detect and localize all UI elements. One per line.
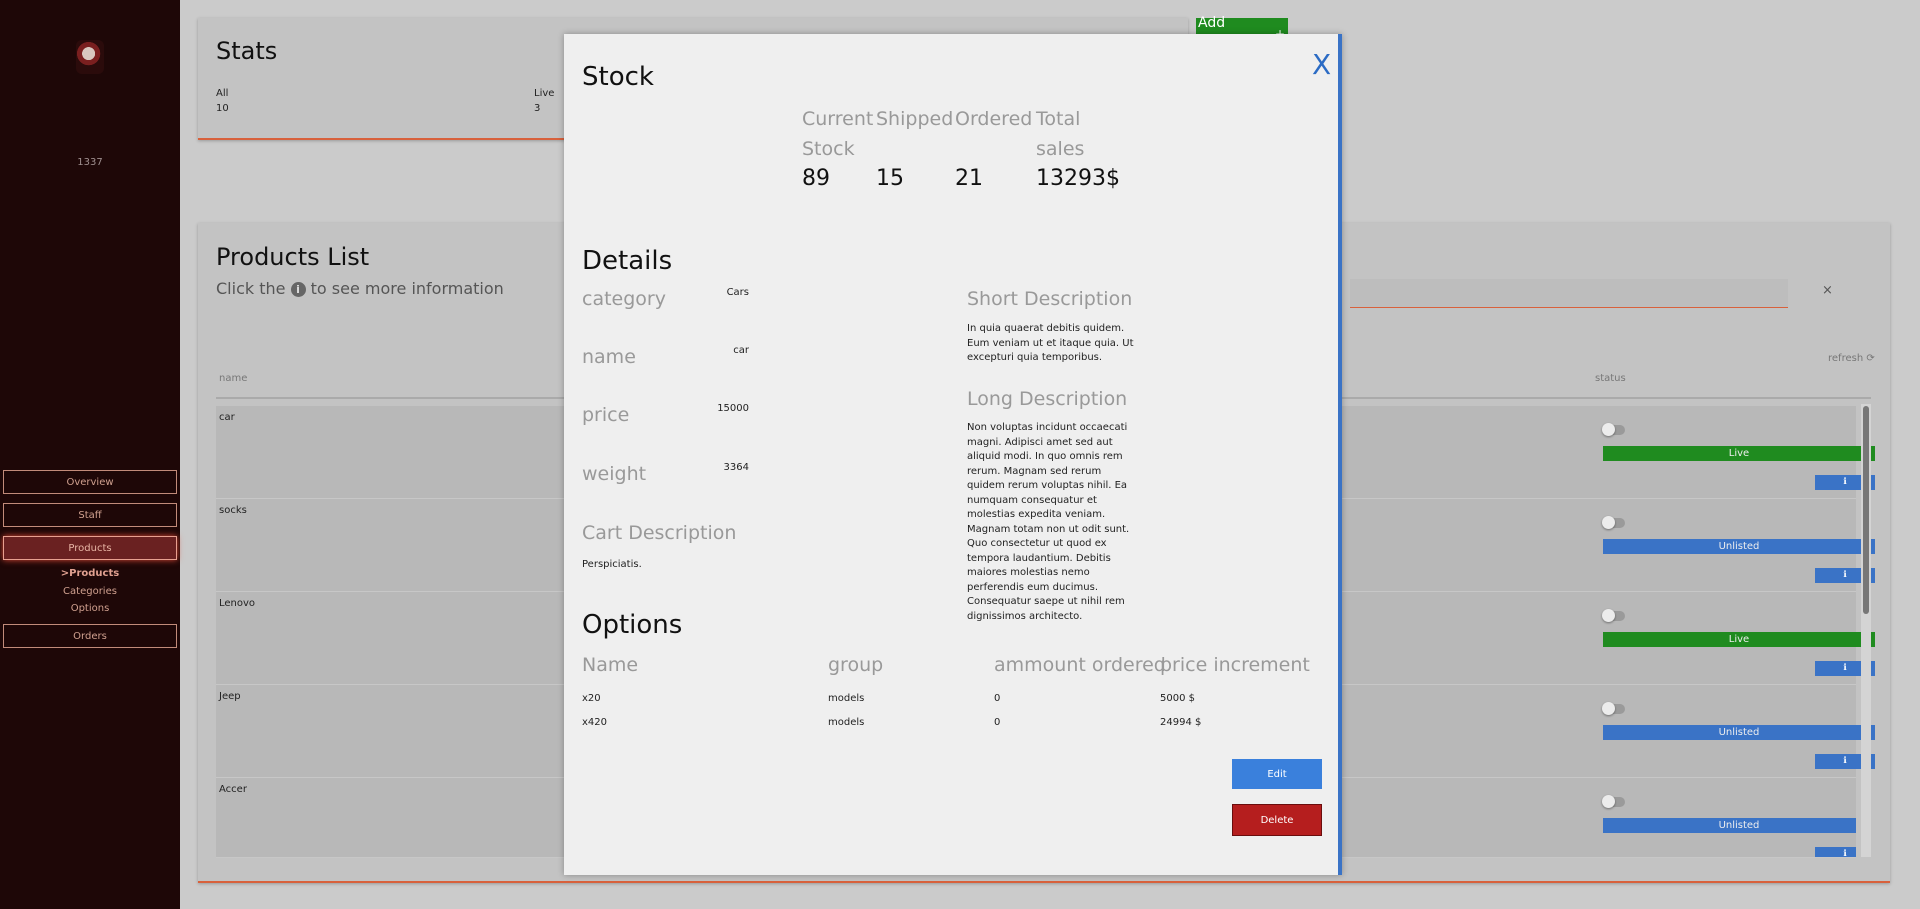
add-button-label: Add	[1198, 15, 1226, 31]
nav-orders[interactable]: Orders	[3, 624, 177, 648]
refresh-button[interactable]: refresh ⟳	[1828, 353, 1875, 364]
option-name: x20	[582, 693, 601, 704]
stock-header-ordered: Ordered	[955, 108, 1033, 130]
options-header-increment: price increment	[1160, 654, 1310, 676]
status-badge: Unlisted	[1603, 539, 1875, 554]
product-name: socks	[219, 505, 247, 516]
option-ordered: 0	[994, 717, 1001, 728]
options-title: Options	[582, 610, 683, 640]
close-button[interactable]: X	[1312, 48, 1331, 81]
stock-total-value: 13293$	[1036, 166, 1120, 191]
live-toggle[interactable]	[1602, 795, 1625, 808]
stat-live-label: Live	[534, 88, 555, 99]
column-status: status	[1595, 373, 1626, 384]
edit-button[interactable]: Edit	[1232, 759, 1322, 789]
option-name: x420	[582, 717, 608, 728]
detail-value-weight: 3364	[723, 462, 749, 473]
option-increment: 5000 $	[1160, 693, 1195, 704]
options-header-ordered: ammount ordered	[994, 654, 1166, 676]
search-input[interactable]	[1350, 279, 1788, 308]
option-increment: 24994 $	[1160, 717, 1202, 728]
subnav-categories[interactable]: Categories	[0, 586, 180, 597]
live-toggle[interactable]	[1602, 702, 1625, 715]
stat-all-value: 10	[216, 103, 229, 114]
live-toggle[interactable]	[1602, 423, 1625, 436]
short-description-label: Short Description	[967, 288, 1133, 310]
product-name: Lenovo	[219, 598, 256, 609]
live-toggle[interactable]	[1602, 516, 1625, 529]
info-button[interactable]: ℹ	[1815, 847, 1856, 857]
column-name: name	[219, 373, 248, 384]
options-header-group: group	[828, 654, 884, 676]
detail-value-price: 15000	[717, 403, 749, 414]
details-title: Details	[582, 246, 673, 276]
options-header-name: Name	[582, 654, 639, 676]
product-name: Accer	[219, 784, 247, 795]
stock-modal: X Stock Current Stock Shipped Ordered To…	[564, 34, 1342, 875]
product-name: Jeep	[219, 691, 241, 702]
nav-staff[interactable]: Staff	[3, 503, 177, 527]
logo-icon	[76, 40, 104, 74]
user-id: 1337	[77, 157, 103, 168]
long-description: Non voluptas incidunt occaecati magni. A…	[967, 422, 1130, 622]
status-badge: Unlisted	[1603, 818, 1856, 833]
products-subtitle: Click the i to see more information	[216, 279, 504, 298]
products-title: Products List	[216, 243, 370, 271]
sidebar: 1337 Overview Staff Products >Products C…	[0, 0, 180, 909]
stock-header-total: Total sales	[1036, 108, 1085, 160]
detail-value-name: car	[733, 345, 749, 356]
option-group: models	[828, 693, 865, 704]
info-icon: i	[290, 282, 306, 297]
status-badge: Live	[1603, 446, 1875, 461]
nav-products[interactable]: Products	[3, 536, 177, 560]
subnav-products[interactable]: >Products	[0, 568, 180, 579]
scroll-thumb[interactable]	[1863, 406, 1869, 614]
stat-live-value: 3	[534, 103, 541, 114]
delete-button[interactable]: Delete	[1232, 804, 1322, 836]
option-ordered: 0	[994, 693, 1001, 704]
live-toggle[interactable]	[1602, 609, 1625, 622]
option-group: models	[828, 717, 865, 728]
clear-search-icon[interactable]: ×	[1822, 283, 1833, 298]
stock-shipped-value: 15	[876, 166, 904, 191]
status-badge: Live	[1603, 632, 1875, 647]
product-name: car	[219, 412, 235, 423]
cart-description-label: Cart Description	[582, 522, 737, 544]
stock-ordered-value: 21	[955, 166, 983, 191]
subnav-options[interactable]: Options	[0, 603, 180, 614]
status-badge: Unlisted	[1603, 725, 1875, 740]
cart-description: Perspiciatis.	[582, 559, 642, 570]
subtitle-before: Click the	[216, 279, 286, 298]
stats-title: Stats	[216, 37, 278, 65]
stock-title: Stock	[582, 62, 654, 92]
nav-overview[interactable]: Overview	[3, 470, 177, 494]
scrollbar[interactable]	[1861, 404, 1871, 857]
subtitle-after: to see more information	[310, 279, 504, 298]
long-description-label: Long Description	[967, 388, 1128, 410]
detail-value-category: Cars	[726, 287, 749, 298]
stock-current-value: 89	[802, 166, 830, 191]
stat-all-label: All	[216, 88, 229, 99]
stock-header-shipped: Shipped	[876, 108, 954, 130]
short-description: In quia quaerat debitis quidem. Eum veni…	[967, 323, 1134, 363]
stock-header-current: Current Stock	[802, 108, 874, 160]
detail-label-price: price	[582, 404, 630, 426]
detail-label-name: name	[582, 346, 636, 368]
